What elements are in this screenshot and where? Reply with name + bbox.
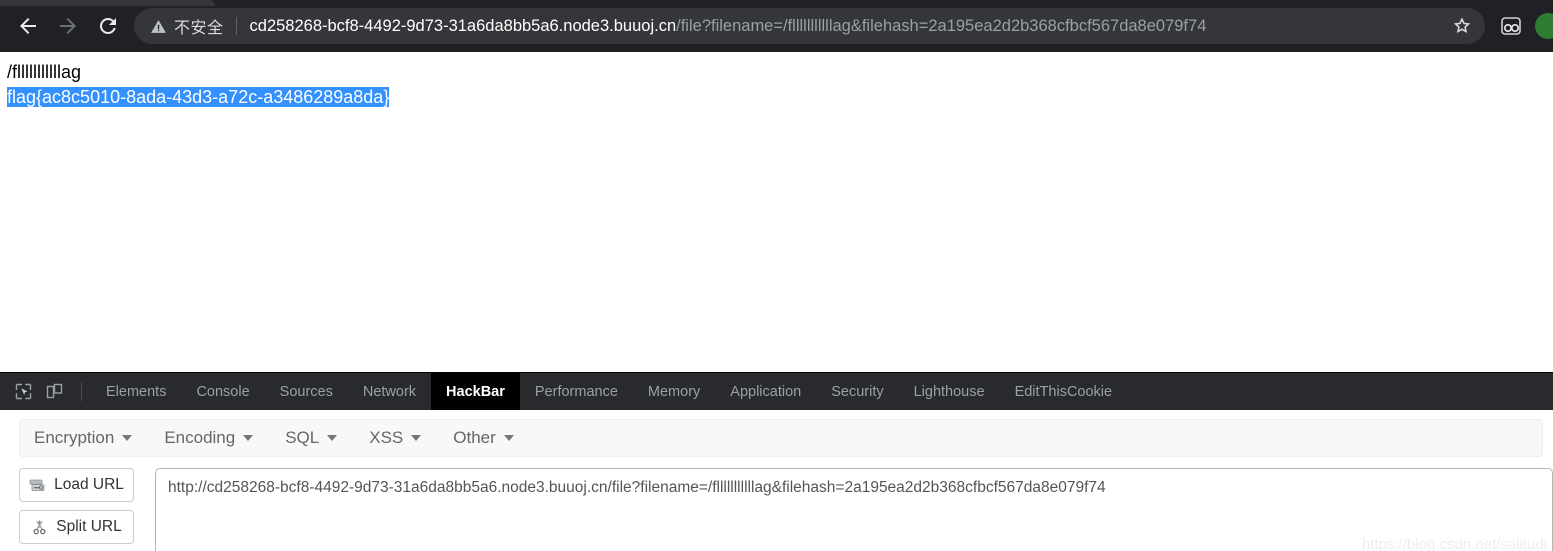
devtools-tab-network[interactable]: Network xyxy=(348,373,431,410)
warning-triangle-icon xyxy=(151,19,166,33)
devtools-tabbar: Elements Console Sources Network HackBar… xyxy=(0,373,1553,410)
devtools-tab-sources[interactable]: Sources xyxy=(265,373,348,410)
devtools-tab-elements[interactable]: Elements xyxy=(91,373,181,410)
hackbar-menu-encoding[interactable]: Encoding xyxy=(164,428,269,448)
hackbar-menu-other-label: Other xyxy=(453,428,496,447)
url-host: cd258268-bcf8-4492-9d73-31a6da8bb5a6.nod… xyxy=(249,17,677,35)
devtools-toolbar-divider xyxy=(81,382,82,401)
url-text[interactable]: cd258268-bcf8-4492-9d73-31a6da8bb5a6.nod… xyxy=(250,8,1445,44)
browser-toolbar: 不安全 cd258268-bcf8-4492-9d73-31a6da8bb5a6… xyxy=(0,0,1553,52)
forward-arrow-icon xyxy=(60,18,76,34)
device-toolbar-button[interactable] xyxy=(39,373,70,410)
forward-button[interactable] xyxy=(48,6,88,46)
hackbar-panel: Encryption Encoding SQL XSS Other Load U… xyxy=(0,419,1553,551)
split-url-button[interactable]: Split URL xyxy=(19,510,134,544)
security-label: 不安全 xyxy=(174,20,224,37)
browser-window: 不安全 cd258268-bcf8-4492-9d73-31a6da8bb5a6… xyxy=(0,0,1553,551)
hackbar-menu-xss-label: XSS xyxy=(369,428,404,447)
extension-goggles-icon[interactable] xyxy=(1495,10,1527,42)
hackbar-body: Load URL Split URL http://cd258268-bcf8-… xyxy=(19,468,1553,551)
devtools-tab-memory[interactable]: Memory xyxy=(633,373,715,410)
back-button[interactable] xyxy=(8,6,48,46)
devtools-tab-lighthouse[interactable]: Lighthouse xyxy=(899,373,1000,410)
page-content: /flllllllllllag flag{ac8c5010-8ada-43d3-… xyxy=(0,52,1553,372)
devtools-panel: Elements Console Sources Network HackBar… xyxy=(0,372,1553,551)
hackbar-menu-sql[interactable]: SQL xyxy=(285,428,353,448)
back-arrow-icon xyxy=(20,18,36,34)
profile-avatar[interactable] xyxy=(1535,13,1553,39)
devtools-tab-console[interactable]: Console xyxy=(181,373,264,410)
hackbar-menu-sql-label: SQL xyxy=(285,428,320,447)
split-url-label: Split URL xyxy=(56,518,122,535)
load-url-button[interactable]: Load URL xyxy=(19,468,134,502)
chevron-down-icon xyxy=(327,435,338,441)
load-url-label: Load URL xyxy=(54,476,124,493)
hackbar-menubar: Encryption Encoding SQL XSS Other xyxy=(19,419,1543,457)
hackbar-menu-other[interactable]: Other xyxy=(453,428,530,448)
bookmark-button[interactable] xyxy=(1445,9,1479,43)
selected-flag-text: flag{ac8c5010-8ada-43d3-a72c-a3486289a8d… xyxy=(7,87,390,107)
chevron-down-icon xyxy=(122,435,133,441)
page-text-line-flag: flag{ac8c5010-8ada-43d3-a72c-a3486289a8d… xyxy=(0,85,1553,110)
inspect-element-button[interactable] xyxy=(8,373,39,410)
hackbar-menu-encryption[interactable]: Encryption xyxy=(34,428,148,448)
security-status[interactable]: 不安全 xyxy=(150,14,224,38)
hackbar-menu-encryption-label: Encryption xyxy=(34,428,115,447)
omnibox-divider xyxy=(235,17,237,35)
devtools-tab-application[interactable]: Application xyxy=(715,373,816,410)
chevron-down-icon xyxy=(411,435,422,441)
scissors-icon xyxy=(31,519,48,536)
hackbar-button-column: Load URL Split URL xyxy=(19,468,134,544)
goggles-icon xyxy=(1501,17,1521,35)
inspect-cursor-icon xyxy=(15,383,32,400)
devtools-tab-security[interactable]: Security xyxy=(816,373,898,410)
chevron-down-icon xyxy=(243,435,254,441)
hackbar-url-textarea[interactable]: http://cd258268-bcf8-4492-9d73-31a6da8bb… xyxy=(155,468,1553,551)
devtools-tab-editthiscookie[interactable]: EditThisCookie xyxy=(1000,373,1128,410)
address-bar[interactable]: 不安全 cd258268-bcf8-4492-9d73-31a6da8bb5a6… xyxy=(134,8,1485,44)
reload-button[interactable] xyxy=(88,6,128,46)
devtools-tab-hackbar[interactable]: HackBar xyxy=(431,373,520,410)
hackbar-menu-xss[interactable]: XSS xyxy=(369,428,437,448)
url-path: /file?filename=/flllllllllllag&filehash=… xyxy=(676,17,1207,35)
tab-strip-remnant xyxy=(0,0,215,6)
chevron-down-icon xyxy=(503,435,514,441)
devtools-tab-performance[interactable]: Performance xyxy=(520,373,633,410)
page-text-line-filename: /flllllllllllag xyxy=(7,62,82,82)
star-icon xyxy=(1453,17,1471,33)
hackbar-menu-encoding-label: Encoding xyxy=(164,428,236,447)
reload-icon xyxy=(99,17,116,34)
server-icon xyxy=(29,477,46,494)
device-toolbar-icon xyxy=(46,383,63,399)
